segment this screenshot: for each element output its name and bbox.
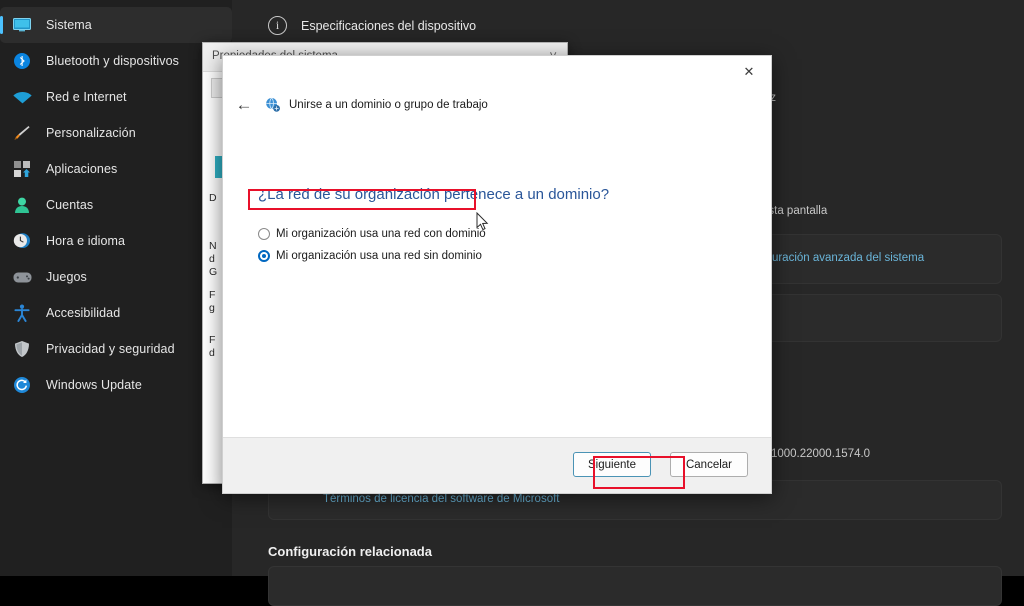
shield-icon [12,339,32,359]
next-button[interactable]: Siguiente [573,452,651,477]
sidebar-item-label: Juegos [46,270,87,284]
join-dialog-question: ¿La red de su organización pertenece a u… [258,186,610,203]
radio-option-con-dominio[interactable]: Mi organización usa una red con dominio [258,224,486,244]
person-icon [12,195,32,215]
paintbrush-icon [12,123,32,143]
sidebar-item-sistema[interactable]: Sistema [0,7,232,43]
wifi-icon [12,87,32,107]
sidebar-item-bluetooth-y-dispositivos[interactable]: Bluetooth y dispositivos [0,43,232,79]
sidebar-item-label: Windows Update [46,378,142,392]
settings-sidebar: Sistema Bluetooth y dispositivos Red e I… [0,0,232,576]
sidebar-item-label: Sistema [46,18,92,32]
apps-icon [12,159,32,179]
gamepad-icon [12,267,32,287]
sidebar-item-aplicaciones[interactable]: Aplicaciones [0,151,232,187]
sidebar-item-label: Privacidad y seguridad [46,342,175,356]
advanced-system-settings-link[interactable]: iguración avanzada del sistema [763,252,924,264]
sysprops-text-fragment: F [209,289,216,301]
sysprops-text-fragment: F [209,334,216,346]
accessibility-icon [12,303,32,323]
sidebar-item-label: Hora e idioma [46,234,126,248]
sidebar-item-privacidad-y-seguridad[interactable]: Privacidad y seguridad [0,331,232,367]
info-icon: i [268,16,287,35]
sidebar-item-red-e-internet[interactable]: Red e Internet [0,79,232,115]
sidebar-item-accesibilidad[interactable]: Accesibilidad [0,295,232,331]
sidebar-item-label: Red e Internet [46,90,127,104]
back-arrow-icon[interactable]: ← [223,95,265,115]
license-terms-link[interactable]: Términos de licencia del software de Mic… [323,493,560,505]
sidebar-item-label: Cuentas [46,198,94,212]
sidebar-item-label: Bluetooth y dispositivos [46,54,180,68]
sidebar-item-label: Accesibilidad [46,306,121,320]
sysprops-text-fragment: D [209,192,217,204]
radio-option-label: Mi organización usa una red con dominio [276,228,486,240]
monitor-icon [12,15,32,35]
update-icon [12,375,32,395]
radio-option-sin-dominio[interactable]: Mi organización usa una red sin dominio [258,246,482,266]
sidebar-item-cuentas[interactable]: Cuentas [0,187,232,223]
related-settings-card[interactable] [268,566,1002,606]
join-dialog-titlebar[interactable]: ✕ [223,56,771,87]
join-dialog-footer: Siguiente Cancelar [223,437,771,493]
sidebar-item-juegos[interactable]: Juegos [0,259,232,295]
sidebar-item-personalizacion[interactable]: Personalización [0,115,232,151]
device-specifications-title: Especificaciones del dispositivo [301,18,477,33]
sidebar-item-windows-update[interactable]: Windows Update [0,367,232,403]
join-dialog-nav: ← Unirse a un dominio o grupo de trabajo [223,87,771,122]
sidebar-item-label: Personalización [46,126,136,140]
clock-icon [12,231,32,251]
join-domain-dialog[interactable]: ✕ ← Unirse a un dominio o grupo de traba… [222,55,772,494]
cancel-button[interactable]: Cancelar [670,452,748,477]
join-dialog-wizard-title: Unirse a un dominio o grupo de trabajo [289,98,488,111]
bluetooth-icon [12,51,32,71]
sysprops-text-fragment: N [209,240,217,252]
network-globe-icon [265,96,281,113]
sysprops-text-fragment: d [209,253,215,265]
radio-option-label: Mi organización usa una red sin dominio [276,250,482,262]
sidebar-item-hora-e-idioma[interactable]: Hora e idioma [0,223,232,259]
radio-icon-selected[interactable] [258,250,270,262]
sysprops-text-fragment: d [209,347,215,359]
related-settings-heading: Configuración relacionada [268,544,432,559]
radio-icon[interactable] [258,228,270,240]
close-icon[interactable]: ✕ [727,56,771,87]
sysprops-text-fragment: g [209,302,215,314]
sidebar-item-label: Aplicaciones [46,162,118,176]
device-specifications-header: i Especificaciones del dispositivo [268,16,476,35]
sysprops-text-fragment: G [209,266,218,278]
